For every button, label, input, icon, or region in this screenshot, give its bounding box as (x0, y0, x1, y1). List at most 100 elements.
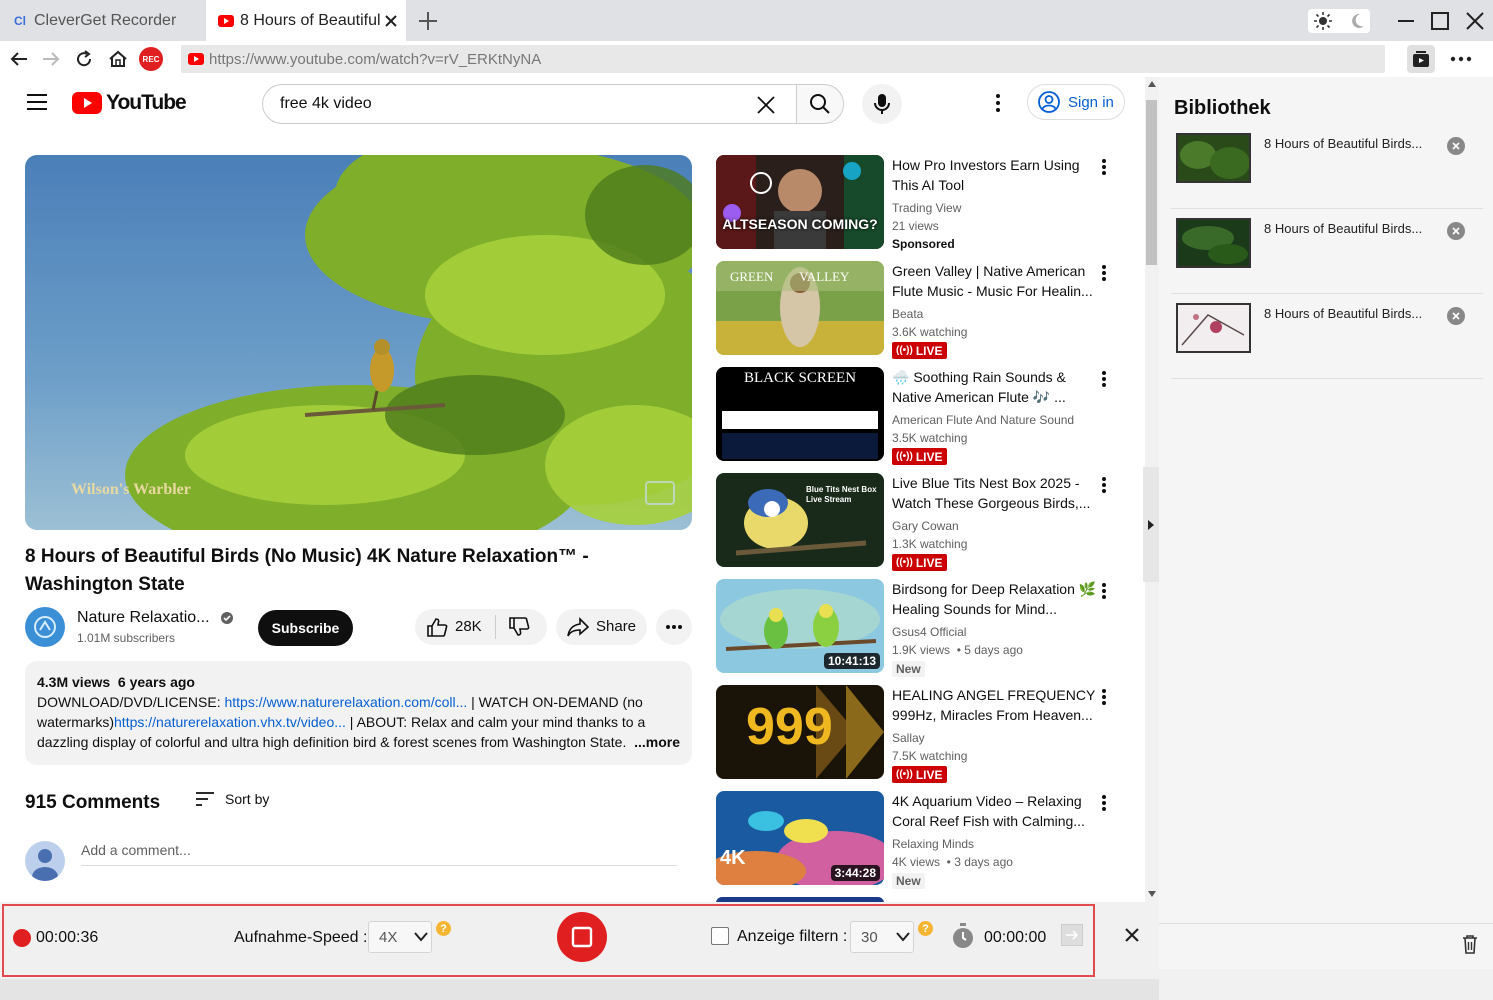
recommendation-title[interactable]: Live Blue Tits Nest Box 2025 - Watch The… (892, 473, 1097, 513)
back-icon[interactable] (6, 46, 32, 72)
recommendation-item[interactable]: GREEN VALLEY Green Valley | Native Ameri… (716, 261, 1116, 359)
video-thumbnail[interactable]: 999 (716, 685, 884, 779)
item-menu-icon[interactable] (1100, 264, 1108, 282)
share-button[interactable]: Share (556, 609, 647, 645)
recommendation-channel[interactable]: Relaxing Minds (892, 835, 974, 853)
recommendation-channel[interactable]: Trading View (892, 199, 961, 217)
video-thumbnail[interactable]: 10:41:13 (716, 579, 884, 673)
video-player[interactable]: Wilson's Warbler (25, 155, 692, 530)
like-icon[interactable] (426, 617, 448, 637)
home-icon[interactable] (105, 46, 131, 72)
recommendation-channel[interactable]: Gsus4 Official (892, 623, 966, 641)
rec-button[interactable]: REC (139, 47, 163, 71)
recommendation-item[interactable]: 4K 3:44:28 4K Aquarium Video – Relaxing … (716, 791, 1116, 889)
help-icon[interactable]: ? (918, 921, 933, 936)
recommendation-channel[interactable]: Gary Cowan (892, 517, 959, 535)
library-item[interactable]: 8 Hours of Beautiful Birds... (1171, 124, 1483, 209)
channel-name[interactable]: Nature Relaxatio... (77, 609, 210, 627)
dislike-icon[interactable] (508, 617, 530, 637)
description-box[interactable]: 4.3M views 6 years ago DOWNLOAD/DVD/LICE… (25, 661, 692, 765)
library-toggle-icon[interactable] (1407, 45, 1435, 73)
subscribe-button[interactable]: Subscribe (258, 610, 353, 646)
recommendation-channel[interactable]: American Flute And Nature Sound (892, 411, 1074, 429)
recommendation-item[interactable]: 10:41:13 Birdsong for Deep Relaxation 🌿 … (716, 579, 1116, 677)
library-title: Bibliothek (1174, 97, 1271, 119)
recommendation-item[interactable]: Blue Tits Nest Box Live Stream Live Blue… (716, 473, 1116, 571)
url-field[interactable]: https://www.youtube.com/watch?v=rV_ERKtN… (181, 45, 1385, 73)
recommendation-channel[interactable]: Sallay (892, 729, 925, 747)
scroll-up-icon[interactable] (1148, 81, 1156, 87)
video-thumbnail[interactable]: Blue Tits Nest Box Live Stream (716, 473, 884, 567)
hamburger-menu-icon[interactable] (26, 93, 48, 111)
recommendation-title[interactable]: 4K Aquarium Video – Relaxing Coral Reef … (892, 791, 1097, 831)
recommendation-title[interactable]: Birdsong for Deep Relaxation 🌿 Healing S… (892, 579, 1097, 619)
video-thumbnail[interactable]: GREEN VALLEY (716, 261, 884, 355)
trash-icon[interactable] (1462, 934, 1478, 954)
recommendation-title[interactable]: How Pro Investors Earn Using This AI Too… (892, 155, 1097, 195)
item-menu-icon[interactable] (1100, 582, 1108, 600)
recommendation-item[interactable]: ALTSEASON COMING? How Pro Investors Earn… (716, 155, 1116, 251)
recommendation-item[interactable]: 999 HEALING ANGEL FREQUENCY 999Hz, Mirac… (716, 685, 1116, 783)
video-thumbnail[interactable] (716, 897, 884, 902)
item-menu-icon[interactable] (1100, 370, 1108, 388)
like-count[interactable]: 28K (455, 618, 482, 635)
settings-menu-icon[interactable] (994, 93, 1002, 113)
remove-item-icon[interactable] (1447, 222, 1465, 240)
filter-ads-checkbox[interactable] (711, 927, 729, 945)
timer-icon[interactable] (951, 923, 975, 949)
item-menu-icon[interactable] (1100, 158, 1108, 176)
close-window-icon[interactable] (1462, 8, 1488, 34)
recommendation-title[interactable]: 🌧️ Soothing Rain Sounds & Native America… (892, 367, 1097, 407)
speed-select[interactable]: 4X (368, 921, 432, 953)
filter-value: 30 (861, 928, 878, 946)
new-tab-icon[interactable] (415, 8, 441, 34)
close-tab-icon[interactable] (384, 14, 398, 28)
more-menu-icon[interactable] (1450, 49, 1472, 69)
voice-search-button[interactable] (862, 84, 902, 124)
filter-select[interactable]: 30 (850, 921, 914, 953)
minimize-icon[interactable] (1393, 8, 1419, 34)
remove-item-icon[interactable] (1447, 137, 1465, 155)
channel-avatar[interactable] (25, 607, 65, 647)
recommendation-title[interactable]: HEALING ANGEL FREQUENCY 999Hz, Miracles … (892, 685, 1097, 725)
comment-input[interactable]: Add a comment... (81, 842, 677, 866)
search-button[interactable] (796, 84, 844, 124)
recommendation-title[interactable]: Green Valley | Native American Flute Mus… (892, 261, 1097, 301)
reload-icon[interactable] (71, 46, 97, 72)
close-toolbar-icon[interactable] (1124, 927, 1140, 943)
library-item[interactable]: 8 Hours of Beautiful Birds... (1171, 294, 1483, 379)
library-item[interactable]: 8 Hours of Beautiful Birds... (1171, 209, 1483, 294)
scrollbar-thumb[interactable] (1146, 100, 1157, 265)
search-input[interactable]: free 4k video (262, 84, 797, 124)
timer-apply-button[interactable] (1061, 924, 1083, 946)
recommendation-item[interactable]: BLACK SCREEN 🌧️ Soothing Rain Sounds & N… (716, 367, 1116, 465)
tab-cleverget[interactable]: Cl CleverGet Recorder (0, 0, 205, 41)
video-thumbnail[interactable]: ALTSEASON COMING? (716, 155, 884, 249)
help-icon[interactable]: ? (436, 921, 451, 936)
item-menu-icon[interactable] (1100, 794, 1108, 812)
theme-toggle[interactable] (1308, 9, 1370, 33)
sun-icon[interactable] (1314, 12, 1332, 30)
recording-toolbar: 00:00:36 Aufnahme-Speed : 4X ? Anzeige f… (2, 904, 1095, 977)
item-menu-icon[interactable] (1100, 476, 1108, 494)
description-link[interactable]: https://www.naturerelaxation.com/coll... (224, 694, 467, 710)
collapse-panel-button[interactable] (1143, 467, 1159, 582)
item-menu-icon[interactable] (1100, 688, 1108, 706)
sort-by-button[interactable]: Sort by (195, 790, 269, 808)
sign-in-button[interactable]: Sign in (1027, 84, 1125, 120)
recommendation-channel[interactable]: Beata (892, 305, 923, 323)
remove-item-icon[interactable] (1447, 307, 1465, 325)
youtube-logo[interactable]: YouTube (72, 91, 187, 115)
clear-search-icon[interactable] (756, 95, 776, 115)
show-more-link[interactable]: ...more (628, 732, 680, 752)
tab-youtube[interactable]: 8 Hours of Beautiful B (206, 0, 406, 41)
scroll-down-icon[interactable] (1148, 891, 1156, 897)
maximize-icon[interactable] (1427, 8, 1453, 34)
video-thumbnail[interactable]: 4K 3:44:28 (716, 791, 884, 885)
description-link[interactable]: https://naturerelaxation.vhx.tv/video... (114, 714, 346, 730)
stop-recording-button[interactable] (557, 912, 607, 962)
forward-icon[interactable] (38, 46, 64, 72)
moon-icon[interactable] (1350, 12, 1366, 30)
more-actions-button[interactable] (656, 609, 692, 645)
video-thumbnail[interactable]: BLACK SCREEN (716, 367, 884, 461)
